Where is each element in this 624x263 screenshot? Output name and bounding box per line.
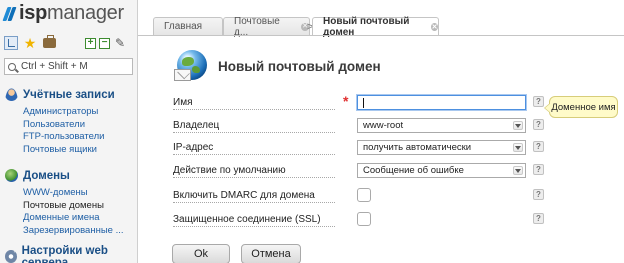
- menu-group-accounts: Учётные записи Администраторы Пользовате…: [0, 87, 137, 156]
- menu-search-input[interactable]: Ctrl + Shift + M: [4, 58, 133, 75]
- main-content: Новый почтовый домен Имя * ? Владелец ww…: [145, 36, 624, 263]
- help-icon[interactable]: ?: [533, 189, 544, 200]
- menu-group-domains: Домены WWW-домены Почтовые домены Доменн…: [0, 168, 137, 237]
- ip-address-select[interactable]: получить автоматически: [357, 140, 526, 155]
- owner-select[interactable]: www-root: [357, 118, 526, 133]
- form-row-default-action: Действие по умолчанию Сообщение об ошибк…: [173, 163, 593, 179]
- field-label: Защищенное соединение (SSL): [173, 214, 321, 225]
- users-icon: [5, 88, 18, 101]
- help-tooltip: Доменное имя: [544, 96, 618, 118]
- tree-view-icon[interactable]: [4, 36, 18, 50]
- logo-mark-icon: [2, 6, 17, 22]
- sidebar-toolbar: ★ + − ✎: [0, 32, 137, 54]
- sidebar: ispmanager ★ + − ✎ Ctrl + Shift + M Учёт…: [0, 0, 138, 263]
- search-icon: [8, 62, 16, 71]
- sidebar-item-www-domains[interactable]: WWW-домены: [23, 187, 137, 200]
- dmarc-checkbox[interactable]: [357, 188, 371, 202]
- form-row-ssl: Защищенное соединение (SSL) ?: [173, 212, 593, 228]
- help-icon[interactable]: ?: [533, 96, 544, 107]
- ssl-checkbox[interactable]: [357, 212, 371, 226]
- required-marker: *: [343, 93, 349, 109]
- pin-icon[interactable]: ✎: [113, 36, 127, 50]
- collapse-all-icon[interactable]: −: [99, 37, 110, 49]
- sidebar-item-ftp-users[interactable]: FTP-пользователи: [23, 131, 137, 144]
- menu-group-title[interactable]: Настройки web сервера: [0, 245, 137, 263]
- sidebar-item-reserved[interactable]: Зарезервированные ...: [23, 225, 137, 238]
- form-row-ip-address: IP-адрес получить автоматически ?: [173, 140, 593, 156]
- field-label: Включить DMARC для домена: [173, 190, 315, 201]
- close-icon[interactable]: ✕: [431, 23, 438, 31]
- sidebar-item-mail-domains[interactable]: Почтовые домены: [23, 200, 137, 213]
- default-action-select[interactable]: Сообщение об ошибке: [357, 163, 526, 178]
- sidebar-item-domain-names[interactable]: Доменные имена: [23, 212, 137, 225]
- sidebar-item-users[interactable]: Пользователи: [23, 119, 137, 132]
- form-row-dmarc: Включить DMARC для домена ?: [173, 188, 593, 204]
- chevron-down-icon: [513, 121, 523, 130]
- tab-mail-domains[interactable]: Почтовые д... ✕: [223, 16, 310, 38]
- domain-name-input[interactable]: [357, 95, 526, 110]
- gear-icon: [5, 250, 17, 263]
- help-icon[interactable]: ?: [533, 141, 544, 152]
- field-label: Действие по умолчанию: [173, 165, 286, 176]
- mail-domain-icon: [174, 48, 210, 84]
- ok-button[interactable]: Ok: [172, 244, 230, 263]
- briefcase-icon[interactable]: [42, 35, 56, 50]
- field-label: Владелец: [173, 120, 220, 131]
- logo-text: ispmanager: [19, 2, 124, 24]
- form-header: Новый почтовый домен: [174, 47, 624, 85]
- app-logo[interactable]: ispmanager: [0, 0, 137, 27]
- field-label: IP-адрес: [173, 142, 214, 153]
- help-icon[interactable]: ?: [533, 213, 544, 224]
- star-icon[interactable]: ★: [23, 36, 37, 50]
- field-label: Имя: [173, 97, 193, 108]
- page-title: Новый почтовый домен: [218, 58, 381, 74]
- chevron-down-icon: [513, 143, 523, 152]
- chevron-down-icon: [513, 166, 523, 175]
- globe-icon: [5, 169, 18, 182]
- tab-new-mail-domain[interactable]: Новый почтовый домен ✕: [312, 16, 439, 38]
- form-row-name: Имя * ?: [173, 93, 593, 111]
- menu-group-title[interactable]: Учётные записи: [0, 87, 137, 102]
- tab-bar: Главная Почтовые д... ✕ > Новый почтовый…: [138, 0, 624, 38]
- menu-group-title[interactable]: Домены: [0, 168, 137, 183]
- form-row-owner: Владелец www-root ?: [173, 118, 593, 134]
- help-icon[interactable]: ?: [533, 164, 544, 175]
- help-icon[interactable]: ?: [533, 119, 544, 130]
- expand-all-icon[interactable]: +: [85, 37, 96, 49]
- cancel-button[interactable]: Отмена: [241, 244, 301, 263]
- sidebar-item-mailboxes[interactable]: Почтовые ящики: [23, 144, 137, 157]
- sidebar-item-administrators[interactable]: Администраторы: [23, 106, 137, 119]
- tab-home[interactable]: Главная: [153, 17, 223, 35]
- menu-group-web-server-settings: Настройки web сервера: [0, 245, 137, 263]
- search-placeholder: Ctrl + Shift + M: [21, 61, 88, 72]
